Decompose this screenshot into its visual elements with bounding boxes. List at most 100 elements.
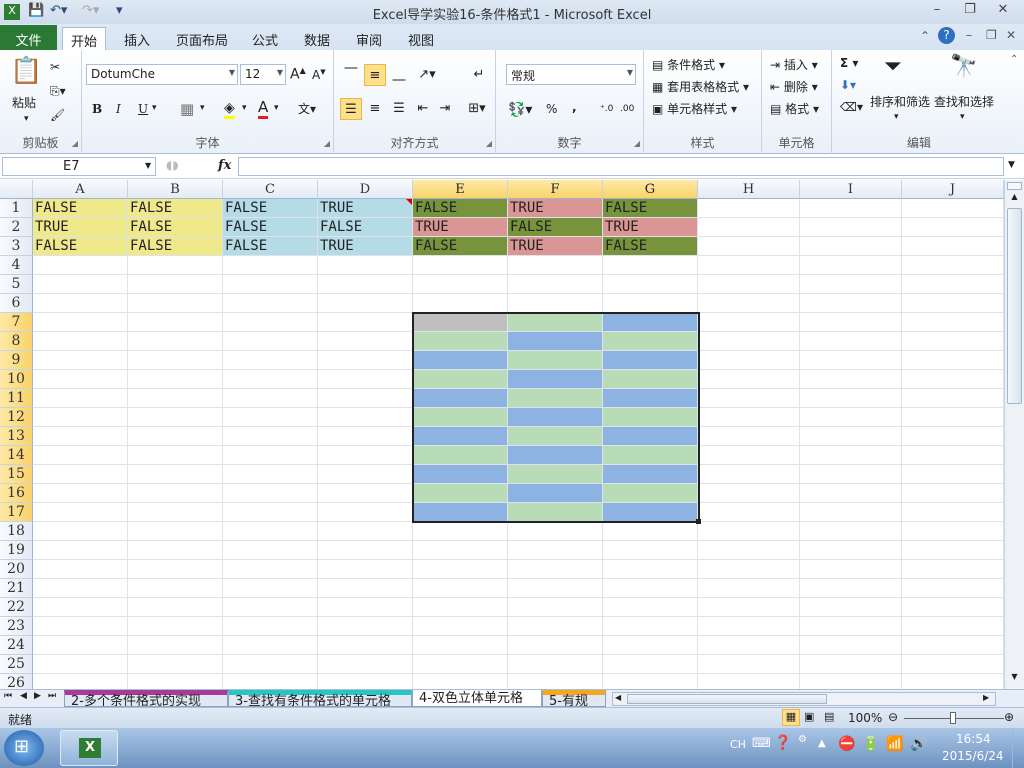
cell[interactable] [318,256,413,275]
cell[interactable] [128,503,223,522]
cell[interactable] [698,389,800,408]
paste-dropdown-icon[interactable]: ▾ [24,114,29,124]
cell[interactable] [318,370,413,389]
cell[interactable] [603,674,698,689]
column-header-e[interactable]: E [413,180,508,199]
row-header-16[interactable]: 16 [0,484,33,503]
shrink-font-icon[interactable]: A▼ [312,68,326,82]
cell[interactable] [223,389,318,408]
cell[interactable] [318,465,413,484]
scroll-thumb[interactable] [1007,208,1022,404]
row-header-19[interactable]: 19 [0,541,33,560]
cell[interactable] [33,465,128,484]
page-break-view-icon[interactable]: ▤ [824,710,834,723]
cell[interactable] [128,332,223,351]
row-header-6[interactable]: 6 [0,294,33,313]
cell[interactable] [413,522,508,541]
clock-time[interactable]: 16:54 [956,732,991,746]
zoom-slider-thumb[interactable] [950,712,956,724]
format-as-table-button[interactable]: ▦ 套用表格格式 ▾ [652,78,749,95]
increase-indent-icon[interactable]: ⇥ [434,98,456,120]
cell[interactable] [902,465,1004,484]
cell[interactable] [800,370,902,389]
underline-dropdown-icon[interactable]: ▾ [152,103,157,113]
cell[interactable] [800,427,902,446]
cell[interactable] [128,465,223,484]
ribbon-collapse-icon[interactable]: ⌃ [1010,54,1018,65]
cell[interactable] [698,237,800,256]
cell[interactable] [318,541,413,560]
cell[interactable] [223,503,318,522]
cell[interactable] [223,427,318,446]
cell[interactable] [603,655,698,674]
cell[interactable] [800,674,902,689]
cell[interactable] [33,674,128,689]
cell[interactable] [698,275,800,294]
cell[interactable] [508,617,603,636]
cell[interactable] [800,484,902,503]
cell[interactable] [508,294,603,313]
cell[interactable] [318,332,413,351]
comma-style-button[interactable]: , [572,100,577,114]
cell[interactable] [128,408,223,427]
cell[interactable] [508,674,603,689]
cell[interactable] [800,579,902,598]
last-sheet-icon[interactable]: ⏭ [48,691,56,701]
cell[interactable]: TRUE [508,237,603,256]
align-left-icon[interactable]: ☰ [340,98,362,120]
cell[interactable] [902,313,1004,332]
sheet-tab-2[interactable]: 2-多个条件格式的实现 [64,690,228,707]
row-header-4[interactable]: 4 [0,256,33,275]
font-name-combo[interactable]: DotumChe ▼ [86,64,238,85]
cell[interactable] [128,370,223,389]
cell[interactable] [128,446,223,465]
row-header-23[interactable]: 23 [0,617,33,636]
next-sheet-icon[interactable]: ▶ [34,691,41,701]
cell[interactable] [508,560,603,579]
cell[interactable]: FALSE [128,199,223,218]
cell[interactable] [413,503,508,522]
column-header-h[interactable]: H [698,180,800,199]
borders-icon[interactable]: ▦ [180,100,194,118]
cell[interactable] [698,256,800,275]
cell[interactable] [33,579,128,598]
alignment-launcher-icon[interactable]: ◢ [486,139,492,148]
cell[interactable] [413,294,508,313]
cell[interactable] [902,256,1004,275]
tab-formulas[interactable]: 公式 [244,27,286,50]
cell[interactable] [603,598,698,617]
cell[interactable] [902,199,1004,218]
bottom-align-icon[interactable]: ⎽ [388,64,410,86]
fill-color-dropdown-icon[interactable]: ▾ [242,103,247,113]
cell[interactable] [698,199,800,218]
prev-sheet-icon[interactable]: ◀ [20,691,27,701]
cell[interactable] [508,332,603,351]
cell[interactable] [128,579,223,598]
cell[interactable] [508,351,603,370]
cell[interactable]: TRUE [318,199,413,218]
cell[interactable] [603,427,698,446]
column-header-b[interactable]: B [128,180,223,199]
help-icon[interactable]: ? [938,27,955,44]
cell[interactable]: FALSE [128,237,223,256]
cell[interactable] [800,275,902,294]
cell[interactable] [413,256,508,275]
cell[interactable] [223,313,318,332]
cell[interactable] [508,484,603,503]
cell[interactable] [33,655,128,674]
cell[interactable] [603,579,698,598]
column-header-i[interactable]: I [800,180,902,199]
paste-icon[interactable]: 📋 [10,56,42,86]
cell[interactable] [902,560,1004,579]
cell[interactable]: FALSE [508,218,603,237]
normal-view-icon[interactable]: ▦ [782,709,800,726]
cell[interactable] [508,598,603,617]
cell[interactable] [318,560,413,579]
cell[interactable] [800,294,902,313]
cell[interactable] [33,275,128,294]
phonetic-icon[interactable]: 文▾ [298,100,316,117]
cell[interactable] [223,522,318,541]
increase-decimal-icon[interactable]: ⁺.0 [600,104,613,114]
zoom-in-icon[interactable]: ⊕ [1004,710,1014,724]
cell[interactable] [33,313,128,332]
